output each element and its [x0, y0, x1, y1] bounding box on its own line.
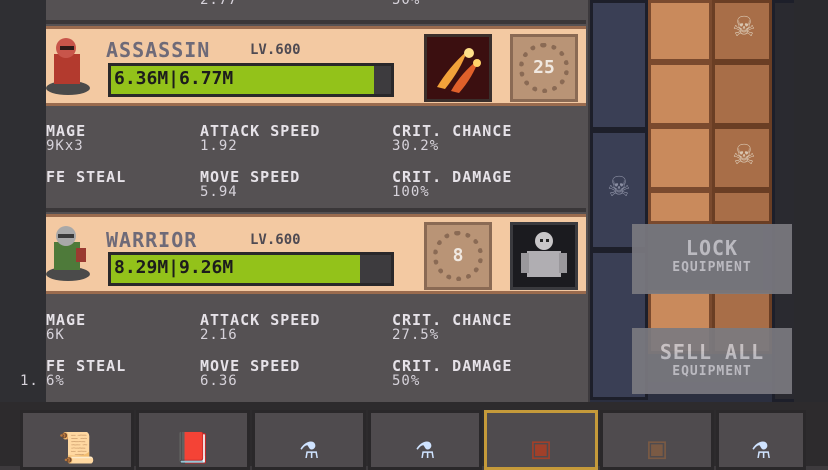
- skill-slot-fire[interactable]: [424, 34, 492, 102]
- top-partial-right: 50%: [392, 0, 421, 8]
- inventory-slot-chest[interactable]: ▣: [600, 410, 714, 470]
- move-speed-value: 6.36: [200, 373, 238, 389]
- skill-badge: 8: [452, 245, 464, 266]
- hero-name: ASSASSIN: [106, 38, 211, 62]
- crit-chance-value: 27.5%: [392, 327, 440, 343]
- lock-sub-label: EQUIPMENT: [672, 260, 752, 275]
- left-edge-text: 1.: [20, 373, 39, 389]
- move-speed-value: 5.94: [200, 184, 238, 200]
- damage-value: 6K: [46, 327, 65, 343]
- sell-label: SELL ALL: [659, 340, 765, 364]
- spellbook-icon: 📕: [174, 431, 212, 466]
- hero-name: WARRIOR: [106, 228, 198, 252]
- life-steal-value: 6%: [46, 373, 65, 389]
- warrior-avatar: [46, 222, 94, 282]
- skill-slot-gear[interactable]: 25: [510, 34, 578, 102]
- right-edge: [794, 0, 828, 466]
- skull-icon: ☠: [733, 133, 755, 173]
- hero-level: LV.600: [250, 42, 301, 58]
- crit-damage-value: 100%: [392, 184, 430, 200]
- chest-icon: ▣: [531, 431, 551, 466]
- damage-value: 9Kx3: [46, 138, 84, 154]
- hp-text: 8.29M|9.26M: [114, 257, 234, 278]
- potion-icon: ⚗: [751, 431, 771, 466]
- inventory-slot-scroll[interactable]: 📜: [20, 410, 134, 470]
- skull-icon: ☠: [608, 165, 630, 205]
- inventory-slot-potion[interactable]: ⚗: [252, 410, 366, 470]
- skill-slot-golem[interactable]: [510, 222, 578, 290]
- inventory-slot-chest[interactable]: ▣: [484, 410, 598, 470]
- lock-equipment-button[interactable]: LOCK EQUIPMENT: [632, 224, 792, 294]
- skill-badge: 25: [533, 57, 555, 78]
- divider: [46, 20, 586, 24]
- divider: [46, 208, 586, 212]
- attack-speed-value: 1.92: [200, 138, 238, 154]
- skull-icon: ☠: [733, 5, 755, 45]
- scroll-icon: 📜: [58, 431, 96, 466]
- sell-sub-label: EQUIPMENT: [672, 364, 752, 379]
- crit-chance-value: 30.2%: [392, 138, 440, 154]
- potion-icon: ⚗: [415, 431, 435, 466]
- inventory-slot-potion[interactable]: ⚗: [716, 410, 806, 470]
- inventory-slot-potion[interactable]: ⚗: [368, 410, 482, 470]
- sell-all-equipment-button[interactable]: SELL ALL EQUIPMENT: [632, 328, 792, 394]
- skill-slot-gear[interactable]: 8: [424, 222, 492, 290]
- left-edge: [0, 0, 46, 466]
- hero-level: LV.600: [250, 232, 301, 248]
- lock-label: LOCK: [685, 236, 739, 260]
- crit-damage-value: 50%: [392, 373, 421, 389]
- hp-text: 6.36M|6.77M: [114, 68, 234, 89]
- inventory-slot-spellbook[interactable]: 📕: [136, 410, 250, 470]
- attack-speed-value: 2.16: [200, 327, 238, 343]
- chest-icon: ▣: [647, 431, 667, 466]
- life-steal-label: FE STEAL: [46, 168, 127, 186]
- potion-icon: ⚗: [299, 431, 319, 466]
- top-partial-left: 2.77: [200, 0, 238, 8]
- assassin-avatar: [46, 36, 94, 96]
